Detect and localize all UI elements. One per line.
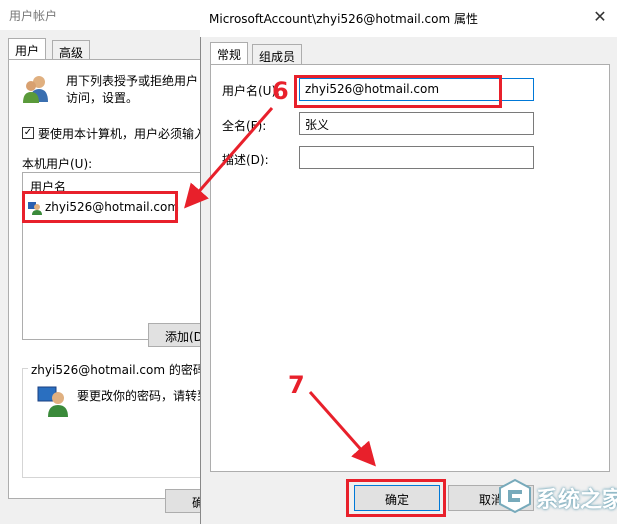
require-password-checkbox[interactable]: ✓ bbox=[22, 127, 34, 139]
tab-users[interactable]: 用户 bbox=[8, 38, 47, 60]
step-number-6: 6 bbox=[272, 77, 289, 105]
description-label: 描述(D): bbox=[222, 153, 269, 167]
fullname-field[interactable]: 张义 bbox=[299, 112, 534, 135]
fullname-label: 全名(F): bbox=[222, 119, 267, 133]
highlight-username-field bbox=[294, 75, 502, 108]
users-icon bbox=[22, 74, 50, 104]
tab-general[interactable]: 常规 bbox=[210, 42, 249, 65]
close-icon[interactable]: ✕ bbox=[592, 9, 608, 25]
user-accounts-title: 用户帐户 bbox=[9, 9, 58, 23]
change-password-text: 要更改你的密码，请转到 bbox=[77, 389, 210, 403]
users-description: 用下列表授予或拒绝用户访问，设置。 bbox=[66, 74, 199, 105]
user-password-icon bbox=[36, 385, 70, 417]
password-group-label: zhyi526@hotmail.com 的密码 bbox=[28, 361, 208, 378]
step-number-7: 7 bbox=[288, 371, 305, 399]
local-users-label: 本机用户(U): bbox=[22, 157, 93, 171]
require-password-label: 要使用本计算机，用户必须输入用 bbox=[38, 127, 219, 141]
dialog-title: MicrosoftAccount\zhyi526@hotmail.com 属性 bbox=[209, 12, 478, 26]
watermark-text: 系统之家 bbox=[536, 488, 617, 513]
highlight-list-user bbox=[22, 191, 178, 223]
description-field[interactable] bbox=[299, 146, 534, 169]
tab-advanced[interactable]: 高级 bbox=[52, 40, 91, 60]
highlight-ok-button bbox=[346, 479, 446, 517]
tab-group-membership[interactable]: 组成员 bbox=[252, 44, 303, 65]
